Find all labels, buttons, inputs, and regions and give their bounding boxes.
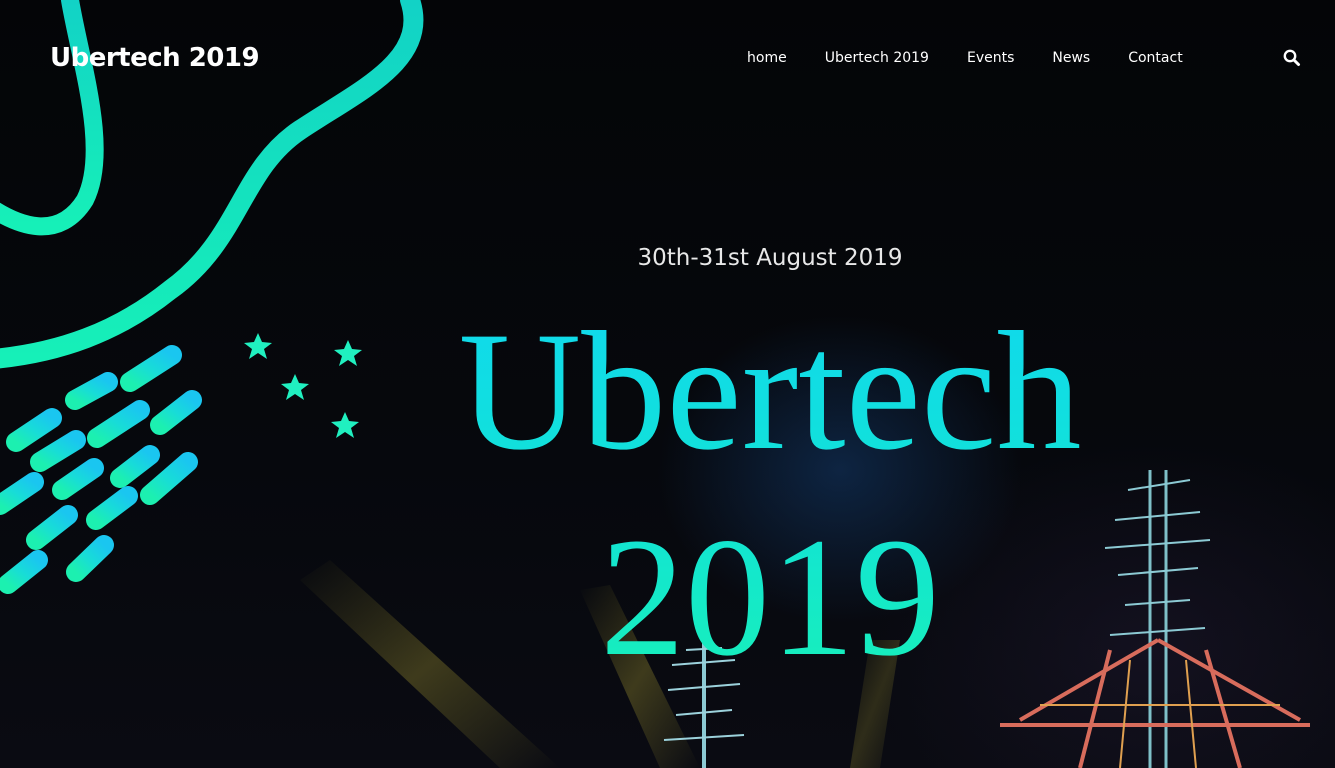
nav-item-news[interactable]: News [1033,46,1109,70]
nav-item-ubertech-2019[interactable]: Ubertech 2019 [806,46,948,70]
star-decoration [244,333,362,438]
search-icon[interactable] [1282,48,1302,68]
nav-item-events[interactable]: Events [948,46,1033,70]
nav-item-contact[interactable]: Contact [1109,46,1201,70]
site-logo[interactable]: Ubertech 2019 [50,38,260,78]
event-date: 30th-31st August 2019 [637,245,903,271]
site-header: Ubertech 2019 home Ubertech 2019 Events … [0,0,1335,116]
brush-dashes [0,345,202,594]
main-nav: home Ubertech 2019 Events News Contact [728,46,1202,70]
hero-section: Ubertech 2019 home Ubertech 2019 Events … [0,0,1335,768]
hero-title: Ubertech 2019 [400,288,1140,700]
nav-item-home[interactable]: home [728,46,806,70]
